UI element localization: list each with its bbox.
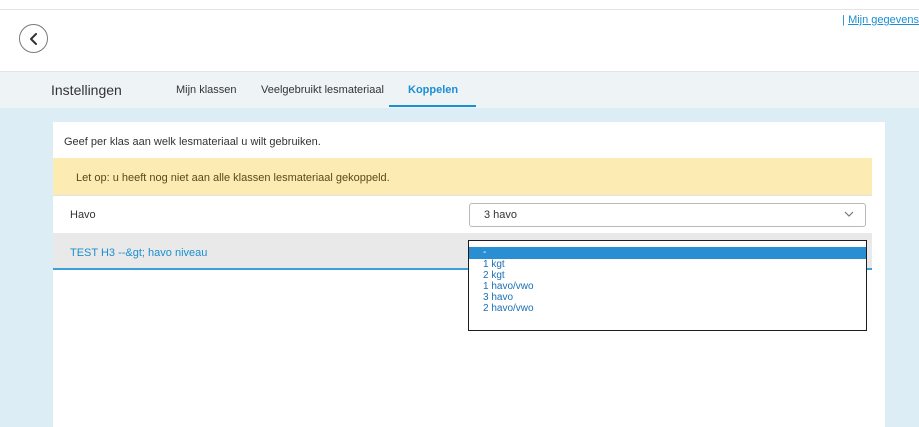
chevron-left-icon [29,32,37,45]
warning-text: Let op: u heeft nog niet aan alle klasse… [76,172,390,184]
link-separator: | [842,14,845,26]
active-tab-indicator [389,105,476,107]
class-name-link[interactable]: TEST H3 --&gt; havo niveau [70,247,207,259]
dropdown-option[interactable]: 1 havo/vwo [469,281,866,292]
material-select[interactable]: 3 havo [469,203,866,227]
chevron-down-icon [844,211,854,217]
dropdown-option[interactable]: 3 havo [469,292,866,303]
top-header: | Mijn gegevens [0,0,919,71]
settings-tabbar: Instellingen Mijn klassen Veelgebruikt l… [0,71,919,108]
user-links: | Mijn gegevens [842,14,919,26]
dropdown-option[interactable]: - [469,247,866,259]
back-button[interactable] [19,24,48,53]
dropdown-option[interactable]: 1 kgt [469,259,866,270]
tab-my-classes[interactable]: Mijn klassen [176,84,237,96]
page-title: Instellingen [51,82,122,98]
material-dropdown-list[interactable]: - 1 kgt 2 kgt 1 havo/vwo 3 havo 2 havo/v… [468,240,867,331]
tab-link[interactable]: Koppelen [408,84,458,96]
tab-frequently-used-material[interactable]: Veelgebruikt lesmateriaal [261,84,384,96]
intro-text: Geef per klas aan welk lesmateriaal u wi… [64,136,321,148]
dropdown-option[interactable]: 2 havo/vwo [469,303,866,314]
class-name: Havo [70,209,96,221]
header-divider [0,9,919,10]
dropdown-option[interactable]: 2 kgt [469,270,866,281]
my-details-link[interactable]: Mijn gegevens [848,14,919,26]
warning-banner: Let op: u heeft nog niet aan alle klasse… [53,158,872,195]
select-value: 3 havo [484,209,518,221]
